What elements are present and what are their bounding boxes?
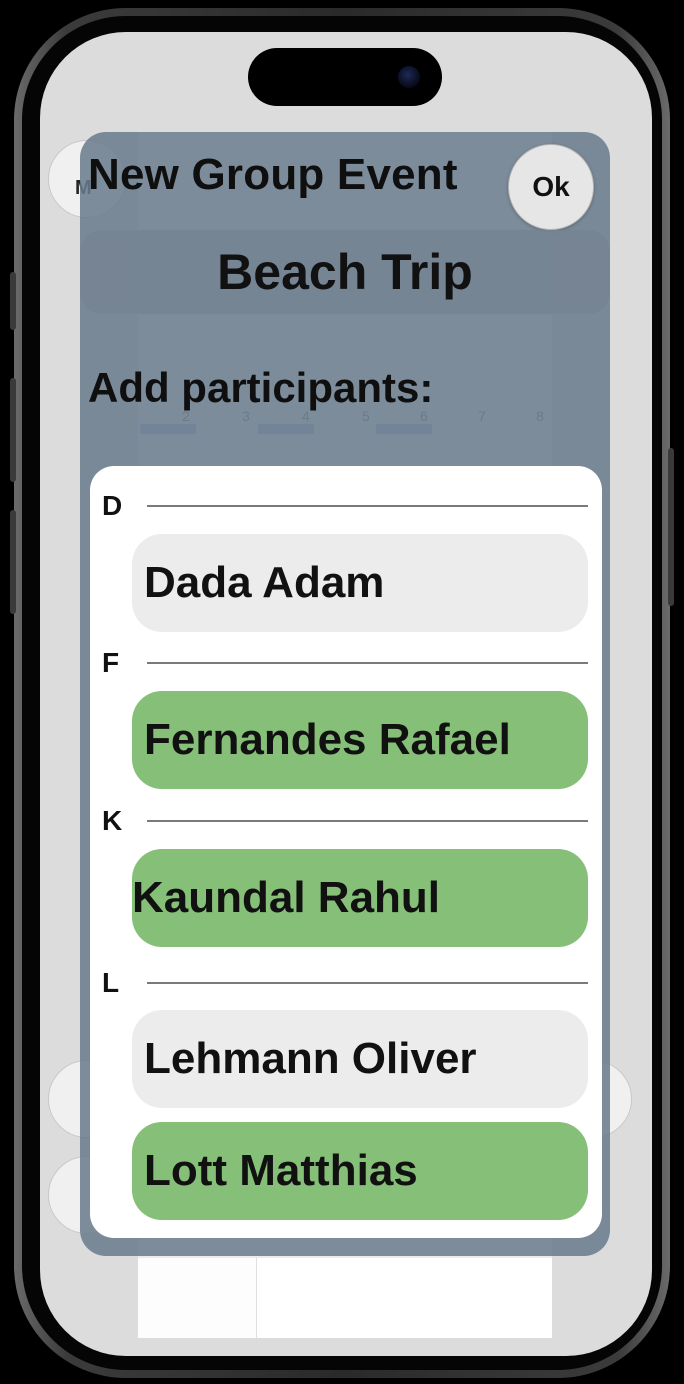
section-divider (147, 820, 588, 822)
participant-lehmann-oliver[interactable]: Lehmann Oliver (132, 1010, 588, 1108)
camera-icon (398, 66, 420, 88)
power-button (668, 448, 674, 606)
dialog-title: New Group Event (88, 150, 458, 199)
calendar-footer-cell (138, 1258, 257, 1338)
volume-down-button (10, 510, 16, 614)
participant-kaundal-rahul[interactable]: Kaundal Rahul (132, 849, 588, 947)
ok-button[interactable]: Ok (508, 144, 594, 230)
section-letter: L (102, 967, 120, 998)
section-divider (147, 982, 588, 984)
participant-fernandes-rafael[interactable]: Fernandes Rafael (132, 691, 588, 789)
section-letter: F (102, 647, 120, 678)
screen: M 2 3 4 5 6 7 8 New Group Event Ok Beach… (40, 32, 652, 1356)
section-header-f: F (90, 643, 602, 683)
participant-lott-matthias[interactable]: Lott Matthias (132, 1122, 588, 1220)
section-header-d: D (90, 486, 602, 526)
section-letter: K (102, 805, 123, 836)
action-button (10, 272, 16, 330)
volume-up-button (10, 378, 16, 482)
section-header-l: L (90, 963, 602, 1003)
participants-list[interactable]: D Dada Adam F Fernandes Rafael K Kaundal… (90, 466, 602, 1238)
participant-dada-adam[interactable]: Dada Adam (132, 534, 588, 632)
section-letter: D (102, 490, 123, 521)
section-divider (147, 662, 588, 664)
section-header-k: K (90, 801, 602, 841)
new-group-event-dialog: New Group Event Ok Beach Trip Add partic… (80, 132, 610, 1256)
section-divider (147, 505, 588, 507)
event-name-field[interactable]: Beach Trip (80, 230, 610, 314)
participants-label: Add participants: (88, 364, 434, 411)
dynamic-island (248, 48, 442, 106)
